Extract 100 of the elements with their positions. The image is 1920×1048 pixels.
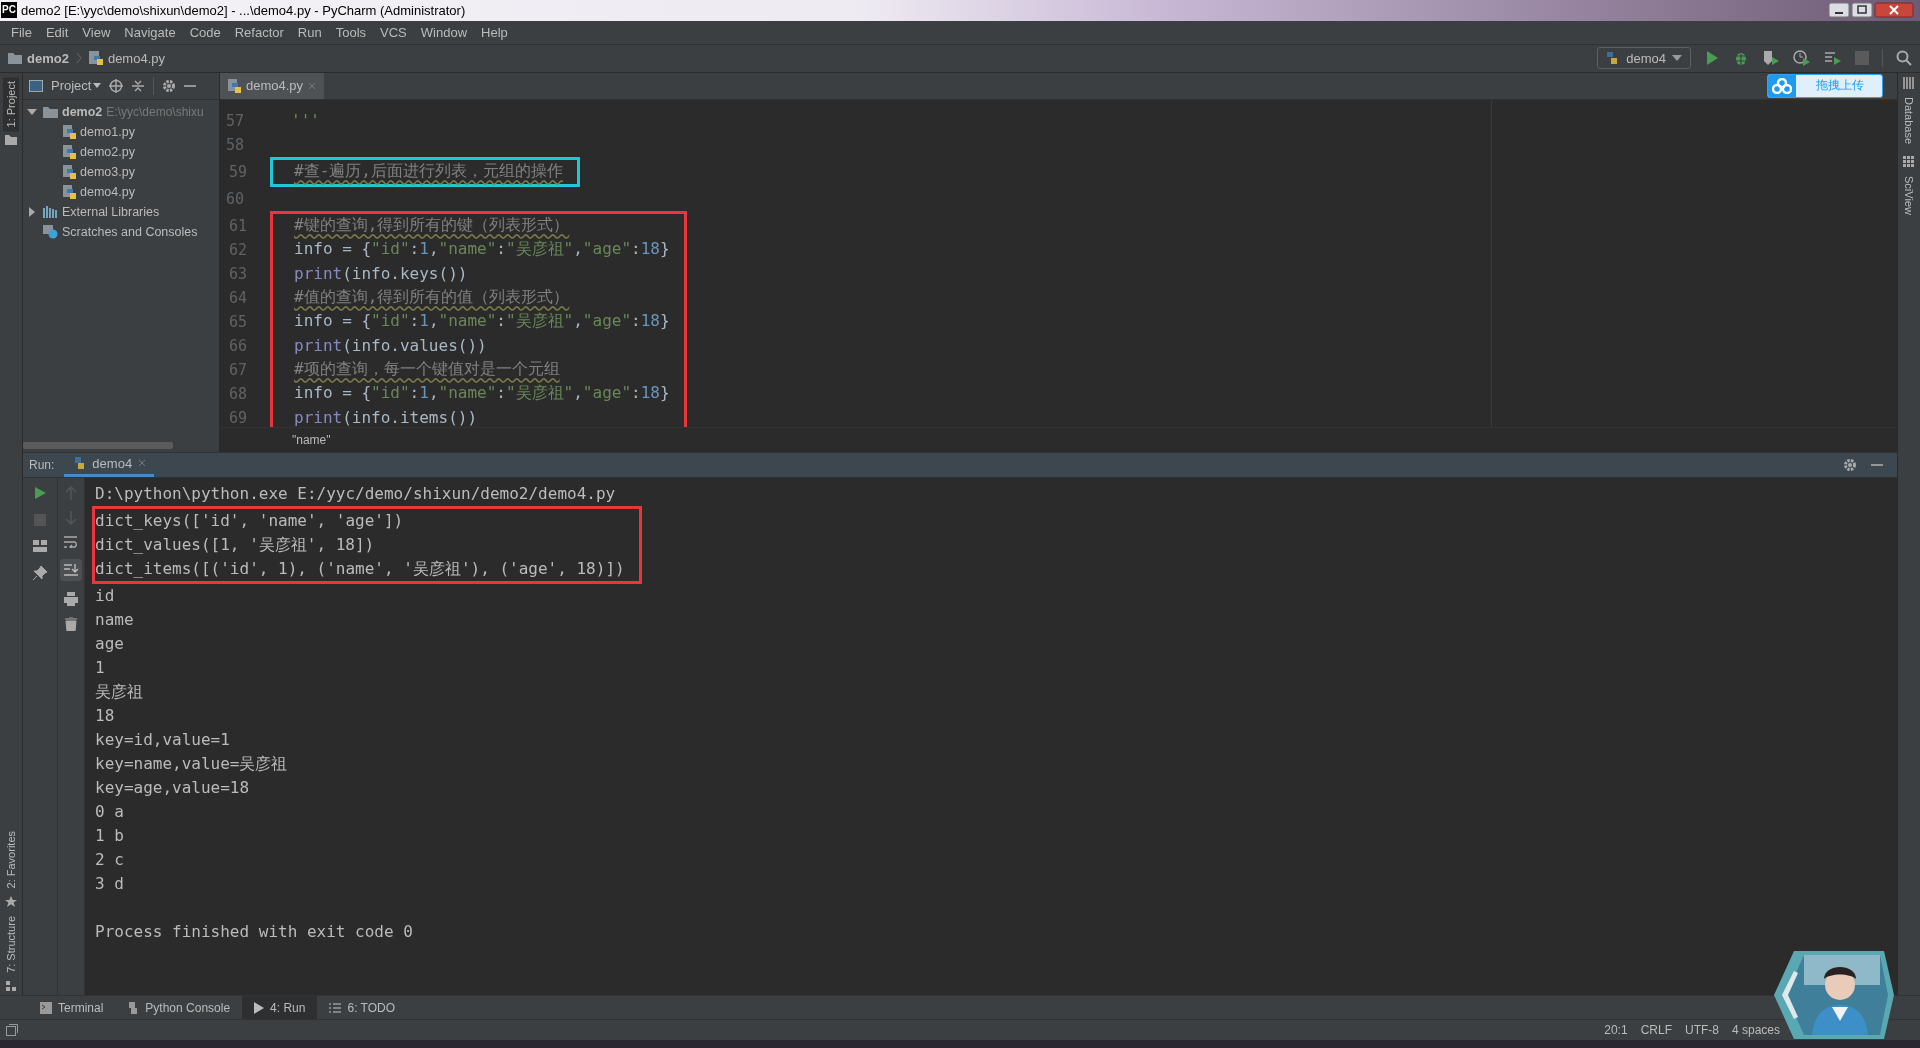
line-number: 60 bbox=[224, 189, 244, 208]
profile-icon[interactable] bbox=[1793, 50, 1811, 67]
tree-item[interactable]: External Libraries bbox=[62, 204, 160, 219]
scratch-icon bbox=[43, 224, 58, 239]
coverage-icon[interactable] bbox=[1762, 50, 1780, 67]
play-icon[interactable] bbox=[1704, 50, 1720, 67]
bug-icon[interactable] bbox=[1733, 50, 1749, 67]
panel-icon bbox=[29, 79, 43, 92]
scroll-to-end-icon[interactable] bbox=[60, 558, 82, 581]
tool-window-tab[interactable]: Database bbox=[1901, 92, 1917, 148]
tool-window-tab[interactable]: 1: Project bbox=[3, 76, 19, 132]
tree-item[interactable]: demo2.py bbox=[80, 144, 135, 159]
line-number: 62 bbox=[227, 240, 247, 259]
pin-icon[interactable] bbox=[33, 565, 47, 580]
tree-item[interactable]: demo4.py bbox=[80, 184, 135, 199]
code-line: #查-遍历,后面进行列表，元组的操作 bbox=[294, 161, 563, 183]
code-breadcrumb[interactable]: "name" bbox=[292, 432, 331, 447]
menu-item[interactable]: Edit bbox=[38, 24, 76, 40]
breadcrumb-item[interactable]: demo2 bbox=[27, 50, 69, 66]
console-line: dict_values([1, '吴彦祖', 18]) bbox=[95, 533, 376, 556]
console-line: 吴彦祖 bbox=[95, 680, 144, 703]
chevron-icon bbox=[75, 52, 82, 65]
menu-item[interactable]: Code bbox=[182, 24, 228, 40]
code-line: #项的查询，每一个键值对是一个元组 bbox=[294, 359, 560, 381]
status-item[interactable]: 4 spaces bbox=[1731, 1023, 1780, 1038]
tool-window-tab[interactable]: 2: Favorites bbox=[3, 826, 19, 893]
console-line: age bbox=[95, 632, 125, 655]
console-line: 1 b bbox=[95, 824, 125, 847]
collapse-icon[interactable] bbox=[131, 78, 146, 93]
python-file-icon bbox=[63, 124, 76, 139]
console-line: Process finished with exit code 0 bbox=[95, 920, 414, 943]
target-icon[interactable] bbox=[109, 78, 124, 93]
close-icon[interactable] bbox=[1874, 2, 1914, 19]
layout-icon[interactable] bbox=[6, 1024, 18, 1037]
menu-item[interactable]: Navigate bbox=[117, 24, 183, 40]
folder-icon bbox=[5, 135, 17, 146]
print-icon[interactable] bbox=[64, 591, 78, 606]
console-line: dict_items([('id', 1), ('name', '吴彦祖'), ('age', 18)]) bbox=[95, 557, 625, 580]
cloud-icon bbox=[1772, 77, 1792, 94]
menu-item[interactable]: Run bbox=[290, 24, 329, 40]
play-icon bbox=[254, 1001, 265, 1014]
tool-window-tab[interactable]: SciView bbox=[1901, 171, 1917, 219]
python-icon bbox=[72, 456, 87, 471]
status-item[interactable]: CRLF bbox=[1640, 1023, 1672, 1038]
run-list-icon[interactable] bbox=[1824, 50, 1842, 67]
console-line: 1 bbox=[95, 656, 106, 679]
console-line: key=id,value=1 bbox=[95, 728, 231, 751]
python-icon bbox=[127, 1001, 140, 1014]
database-icon bbox=[1903, 76, 1915, 89]
tree-item[interactable]: demo1.py bbox=[80, 124, 135, 139]
code-line: print(info.values()) bbox=[294, 336, 487, 356]
code-line: info = {"id":1,"name":"吴彦祖","age":18} bbox=[294, 383, 670, 405]
menu-item[interactable]: File bbox=[4, 24, 39, 40]
settings-icon[interactable] bbox=[162, 78, 177, 93]
menu-item[interactable]: View bbox=[75, 24, 118, 40]
tool-window-tab[interactable]: 7: Structure bbox=[3, 912, 19, 978]
search-icon[interactable] bbox=[1896, 50, 1912, 67]
soft-wrap-icon[interactable] bbox=[64, 535, 78, 548]
list-icon bbox=[329, 1002, 342, 1013]
tool-window-tab[interactable]: 4: Run bbox=[242, 996, 318, 1020]
menu-item[interactable]: Refactor bbox=[227, 24, 291, 40]
breadcrumb-item[interactable]: demo4.py bbox=[107, 50, 165, 66]
expand-arrow-icon[interactable] bbox=[27, 106, 37, 117]
menu-item[interactable]: Tools bbox=[328, 24, 374, 40]
settings-icon[interactable] bbox=[1843, 457, 1857, 472]
scrollbar-thumb[interactable] bbox=[23, 441, 173, 449]
line-number: 69 bbox=[227, 408, 247, 427]
app-logo: PC bbox=[1, 2, 17, 19]
python-file-icon bbox=[63, 184, 76, 199]
run-configuration-dropdown[interactable]: demo4 bbox=[1597, 47, 1691, 70]
code-line: info = {"id":1,"name":"吴彦祖","age":18} bbox=[294, 311, 670, 333]
console-line: 3 d bbox=[95, 872, 125, 895]
play-icon[interactable] bbox=[33, 485, 47, 500]
star-icon bbox=[5, 896, 17, 909]
tool-window-tab[interactable]: 6: TODO bbox=[317, 996, 408, 1020]
console-line: key=age,value=18 bbox=[95, 776, 251, 799]
maximize-icon[interactable] bbox=[1851, 2, 1873, 19]
status-item[interactable]: UTF-8 bbox=[1684, 1023, 1719, 1038]
minimize-icon[interactable] bbox=[1828, 2, 1850, 19]
code-line: print(info.keys()) bbox=[294, 264, 468, 284]
trash-icon[interactable] bbox=[65, 616, 77, 631]
tree-item[interactable]: demo2 bbox=[62, 104, 103, 119]
menu-item[interactable]: Help bbox=[474, 24, 515, 40]
tool-window-tab[interactable]: Terminal bbox=[28, 996, 116, 1020]
expand-arrow-icon[interactable] bbox=[27, 206, 37, 217]
menu-item[interactable]: VCS bbox=[373, 24, 414, 40]
line-number: 68 bbox=[227, 384, 247, 403]
code-line: ''' bbox=[291, 111, 320, 131]
code-line: print(info.items()) bbox=[294, 408, 478, 427]
project-view-dropdown[interactable]: Project bbox=[51, 78, 102, 94]
status-item[interactable]: 20:1 bbox=[1604, 1023, 1628, 1038]
layout-icon[interactable] bbox=[33, 539, 47, 552]
tree-item[interactable]: Scratches and Consoles bbox=[62, 224, 198, 239]
menu-item[interactable]: Window bbox=[413, 24, 475, 40]
structure-icon bbox=[6, 981, 16, 992]
console-line: name bbox=[95, 608, 135, 631]
tree-item[interactable]: demo3.py bbox=[80, 164, 135, 179]
tool-window-tab[interactable]: Python Console bbox=[115, 996, 243, 1020]
editor-tab[interactable]: demo4.py bbox=[220, 72, 325, 99]
python-file-icon bbox=[228, 78, 241, 93]
